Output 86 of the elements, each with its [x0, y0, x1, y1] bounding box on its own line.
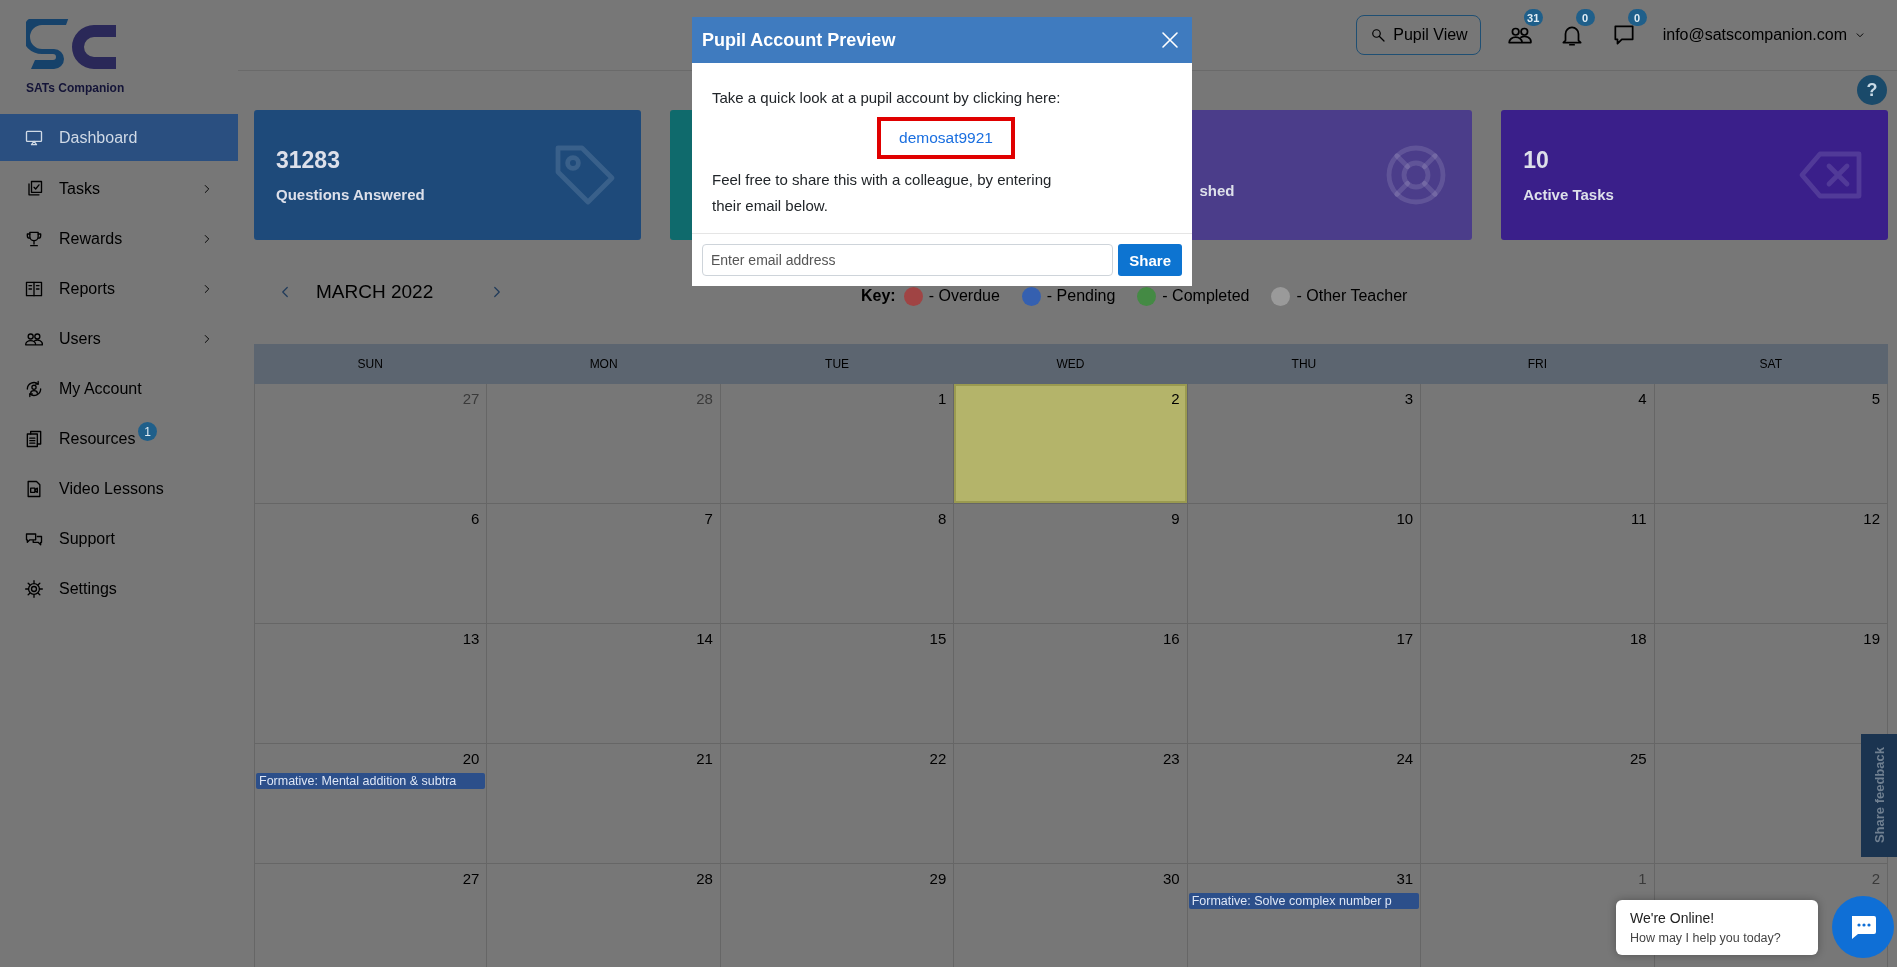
- day-number: 2: [1871, 870, 1880, 887]
- day-number: 8: [937, 510, 947, 527]
- day-number: 13: [462, 630, 480, 647]
- day-number: 30: [1163, 870, 1180, 887]
- sidebar-item[interactable]: Dashboard: [0, 114, 238, 161]
- day-number: 11: [1631, 510, 1647, 527]
- day-number: 10: [1396, 510, 1414, 527]
- sidebar-item[interactable]: Tasks: [0, 164, 238, 214]
- sidebar-item[interactable]: My Account: [0, 364, 238, 414]
- key-title: Key:: [861, 287, 896, 305]
- calendar-event[interactable]: Formative: Mental addition & subtra: [256, 773, 486, 789]
- modal-title: Pupil Account Preview: [702, 29, 896, 51]
- calendar-event[interactable]: Formative: Solve complex number p: [1188, 893, 1420, 909]
- settings-icon: [24, 579, 44, 599]
- day-number: 9: [1171, 510, 1180, 527]
- count-badge: 1: [138, 422, 157, 441]
- weekday-header: WED: [954, 344, 1188, 384]
- documents-icon: [24, 429, 44, 449]
- month-title: MARCH 2022: [316, 281, 435, 303]
- count-badge: 0: [1627, 9, 1647, 26]
- day-number: 1: [937, 390, 947, 407]
- day-number: 16: [1163, 630, 1180, 647]
- day-number: 25: [1629, 750, 1647, 767]
- weekday-header: THU: [1187, 344, 1422, 384]
- sidebar-item[interactable]: Settings: [0, 564, 238, 614]
- sidebar-item[interactable]: Support: [0, 514, 238, 564]
- day-number: 15: [929, 630, 947, 647]
- weekday-header: TUE: [720, 344, 955, 384]
- share-button[interactable]: Share: [1118, 244, 1182, 276]
- weekday-header: MON: [487, 344, 721, 384]
- day-number: 5: [1871, 390, 1880, 407]
- stat-value: 10: [1523, 147, 1550, 174]
- weekday-header: SUN: [254, 344, 488, 384]
- day-number: 27: [462, 870, 480, 887]
- key-label: - Overdue: [928, 287, 1000, 305]
- pupil-view-button[interactable]: Pupil View: [1356, 15, 1481, 55]
- day-number: 4: [1638, 390, 1647, 407]
- stat-label: Active Tasks: [1523, 186, 1614, 203]
- share-text: Feel free to share this with a colleague, by entering their email below.: [712, 170, 1053, 216]
- day-number: 17: [1396, 630, 1414, 647]
- sidebar-item[interactable]: Users: [0, 314, 238, 364]
- chat-popup[interactable]: We're Online! How may I help you today?: [1616, 899, 1818, 955]
- day-number: 6: [471, 510, 480, 527]
- count-badge: 31: [1523, 9, 1543, 26]
- intro-text: Take a quick look at a pupil account by clicking here:: [712, 88, 1062, 108]
- help-button[interactable]: ?: [1857, 75, 1887, 105]
- count-badge: 0: [1575, 9, 1595, 26]
- day-number: 31: [1396, 870, 1414, 887]
- sidebar-item[interactable]: Rewards: [0, 214, 238, 264]
- report-icon: [24, 279, 44, 299]
- chat-title: We're Online!: [1630, 909, 1716, 926]
- sidebar-item[interactable]: Resources 1: [0, 414, 238, 464]
- weekday-header: SAT: [1654, 344, 1888, 384]
- day-number: 1: [1638, 870, 1647, 887]
- person-cycle-icon: [24, 379, 44, 399]
- weekday-header: FRI: [1421, 344, 1655, 384]
- day-number: 24: [1396, 750, 1414, 767]
- key-label: - Other Teacher: [1296, 287, 1408, 305]
- day-number: 23: [1163, 750, 1180, 767]
- logo-text: SATs Companion: [26, 81, 125, 95]
- day-number: 28: [696, 390, 713, 407]
- key-label: - Pending: [1046, 287, 1116, 305]
- sidebar-item[interactable]: Reports: [0, 264, 238, 314]
- day-number: 22: [929, 750, 947, 767]
- account-email: info@satscompanion.com: [1662, 26, 1847, 44]
- stat-label: shed: [1199, 181, 1235, 199]
- day-number: 7: [704, 510, 713, 527]
- day-number: 21: [696, 750, 713, 767]
- day-number: 28: [696, 870, 713, 887]
- day-number: 27: [462, 390, 480, 407]
- account-link[interactable]: demosat9921: [877, 117, 1015, 159]
- email-field[interactable]: Enter email address: [702, 244, 1114, 276]
- day-number: 2: [1171, 390, 1180, 407]
- day-number: 20: [462, 750, 480, 767]
- sidebar-item[interactable]: Video Lessons: [0, 464, 238, 514]
- chat-subtitle: How may I help you today?: [1630, 930, 1782, 945]
- day-number: 14: [696, 630, 713, 647]
- stat-value: 31283: [276, 147, 341, 174]
- trophy-icon: [24, 229, 44, 249]
- day-number: 29: [929, 870, 947, 887]
- day-number: 19: [1863, 630, 1880, 647]
- day-number: 3: [1404, 390, 1414, 407]
- key-label: - Completed: [1162, 287, 1250, 305]
- day-number: 12: [1863, 510, 1880, 527]
- day-number: 18: [1629, 630, 1647, 647]
- stat-label: Questions Answered: [276, 186, 425, 203]
